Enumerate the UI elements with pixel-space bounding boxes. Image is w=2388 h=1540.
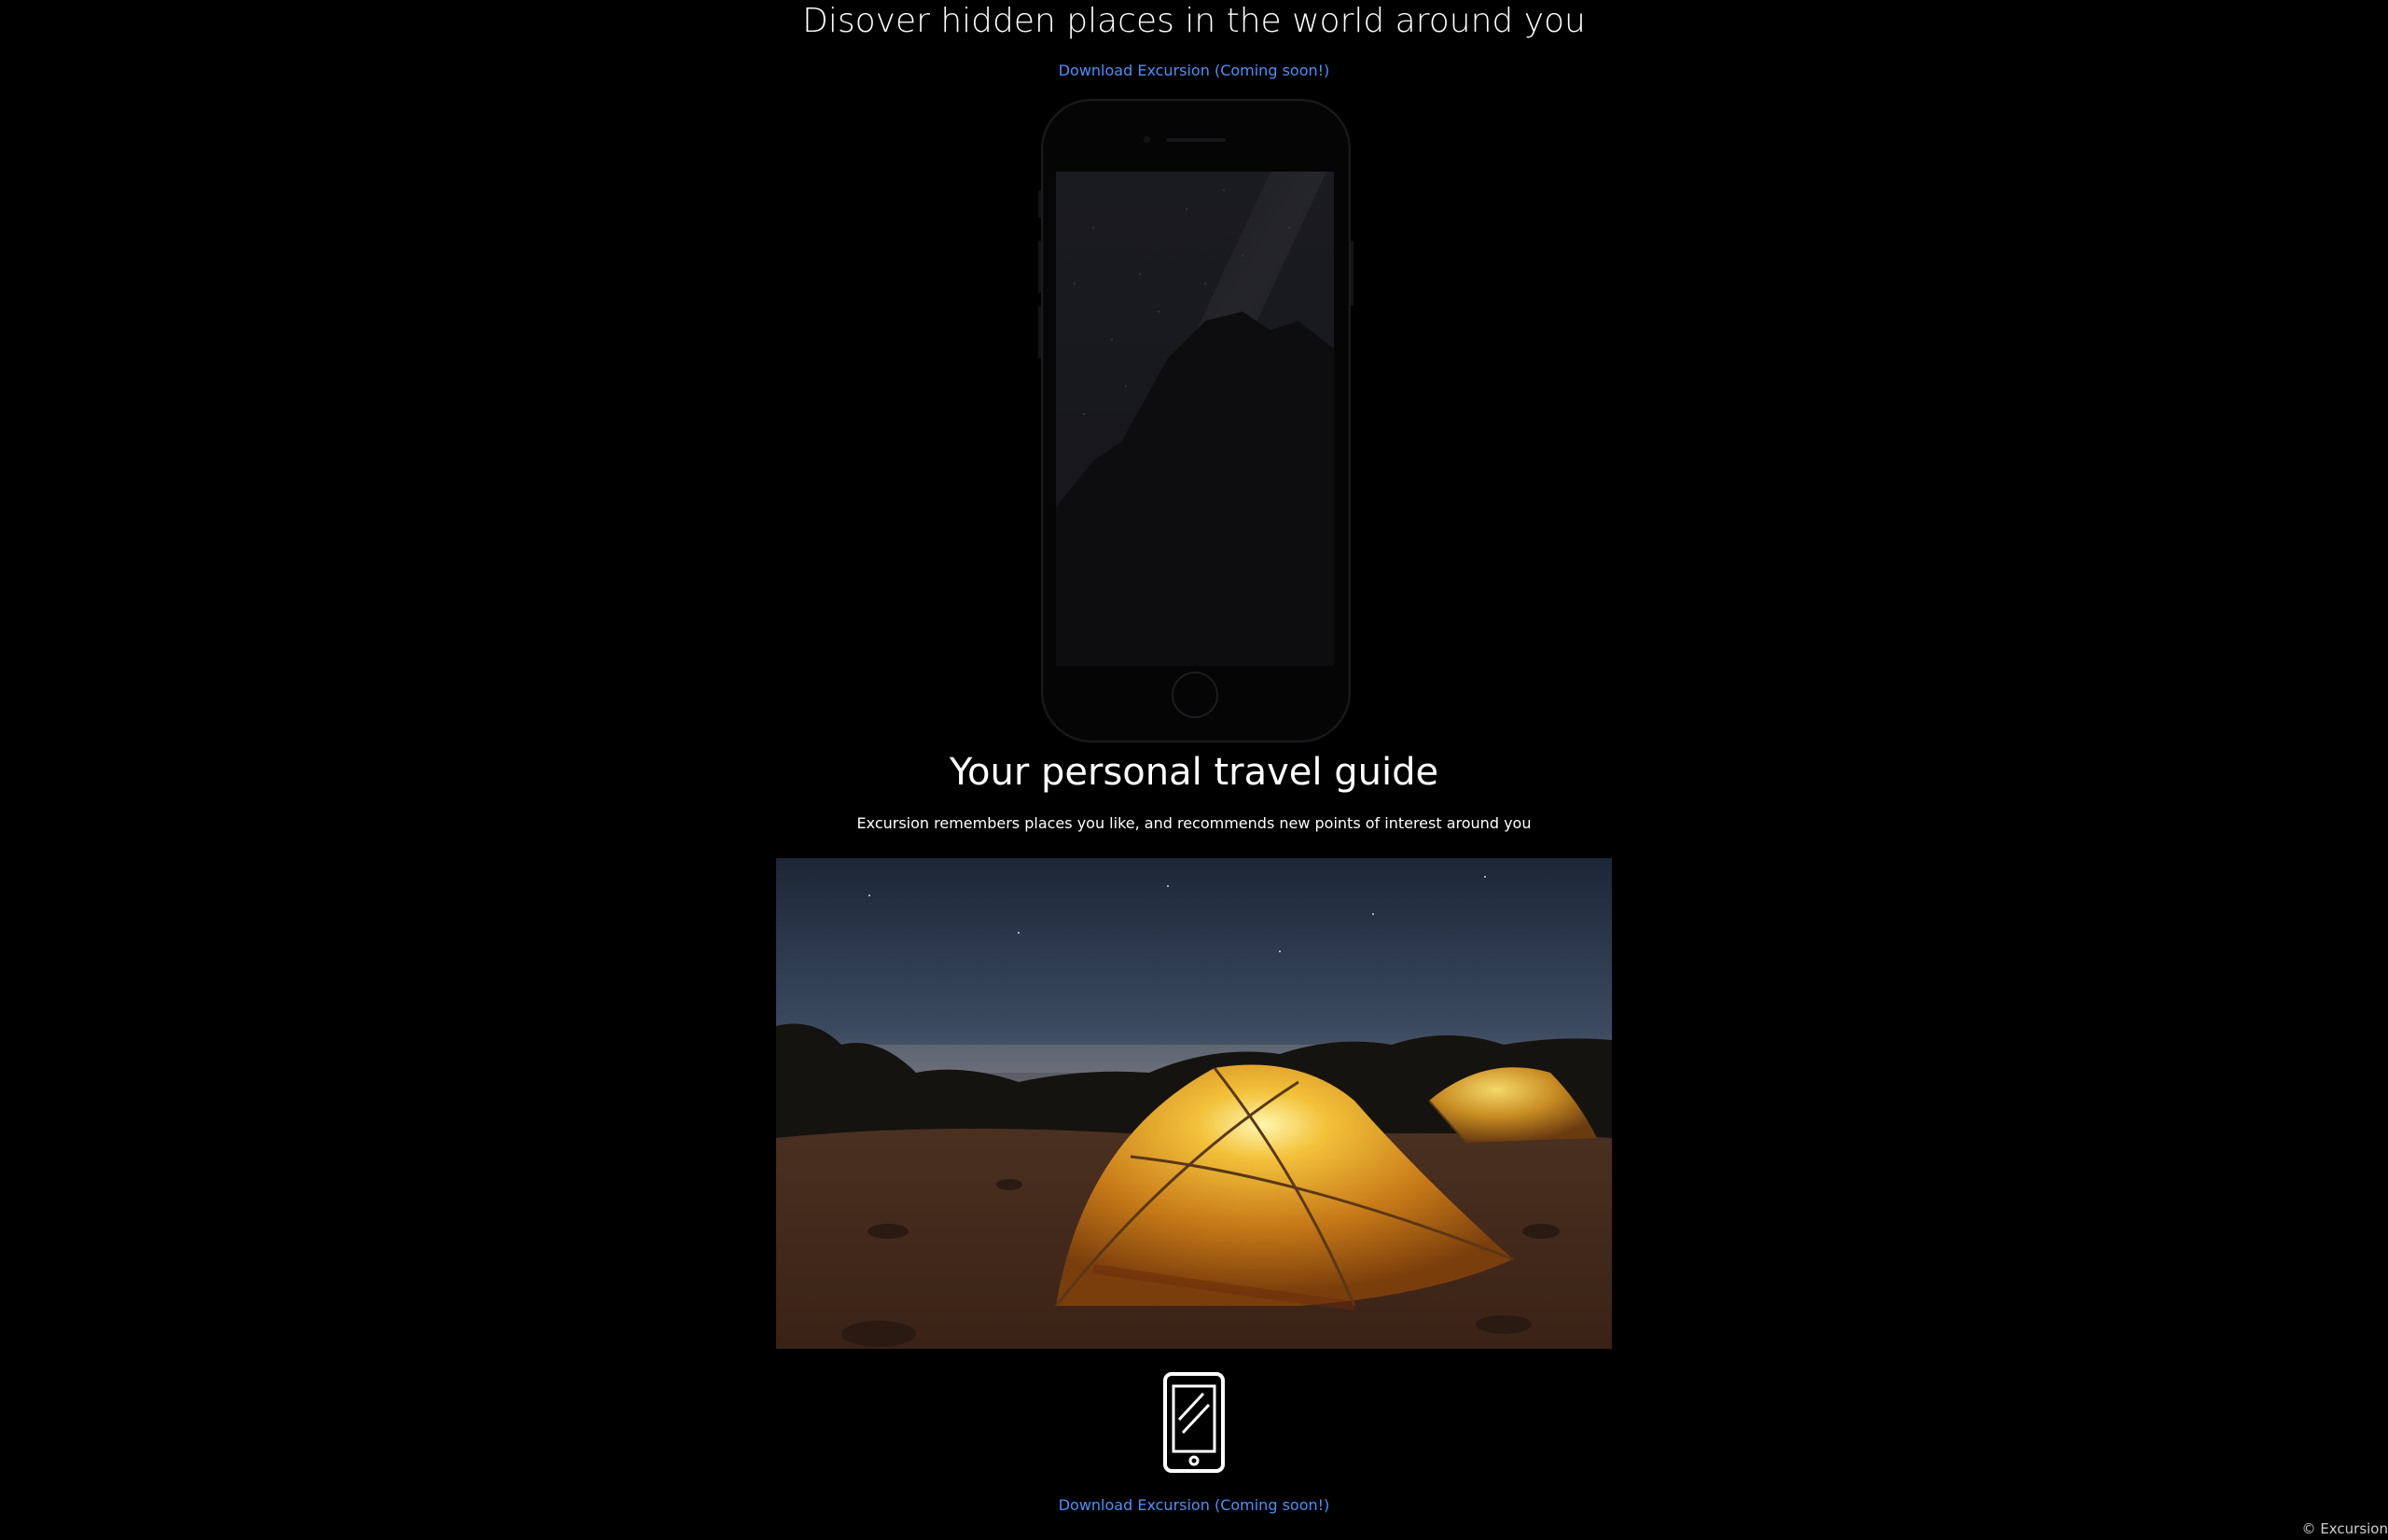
phone-speaker <box>1166 138 1226 142</box>
phone-volume-down <box>1038 306 1041 358</box>
landing-page: Disover hidden places in the world aroun… <box>0 0 2388 1540</box>
phone-screen-image <box>1056 172 1334 666</box>
feature-description: Excursion remembers places you like, and… <box>856 814 1532 832</box>
phone-power-button <box>1351 241 1354 306</box>
copyright-text: © Excursion <box>2301 1520 2388 1537</box>
smartphone-icon <box>1162 1371 1226 1474</box>
phone-mute-switch <box>1038 190 1041 218</box>
camping-tents-photo <box>776 858 1612 1349</box>
phone-home-button <box>1172 672 1218 718</box>
hero-download-row: Download Excursion (Coming soon!) <box>0 62 2388 80</box>
phone-mockup <box>1038 99 1354 742</box>
hero-title: Disover hidden places in the world aroun… <box>802 2 1586 40</box>
feature-title: Your personal travel guide <box>949 751 1439 794</box>
phone-camera <box>1144 136 1150 143</box>
hero-download-link[interactable]: Download Excursion (Coming soon!) <box>1059 62 1330 79</box>
footer-download-row: Download Excursion (Coming soon!) <box>0 1496 2388 1515</box>
footer-download-link[interactable]: Download Excursion (Coming soon!) <box>1059 1496 1330 1514</box>
tents-night-image <box>776 858 1612 1349</box>
phone-volume-up <box>1038 241 1041 293</box>
night-sky-mountain-image <box>1056 172 1334 666</box>
